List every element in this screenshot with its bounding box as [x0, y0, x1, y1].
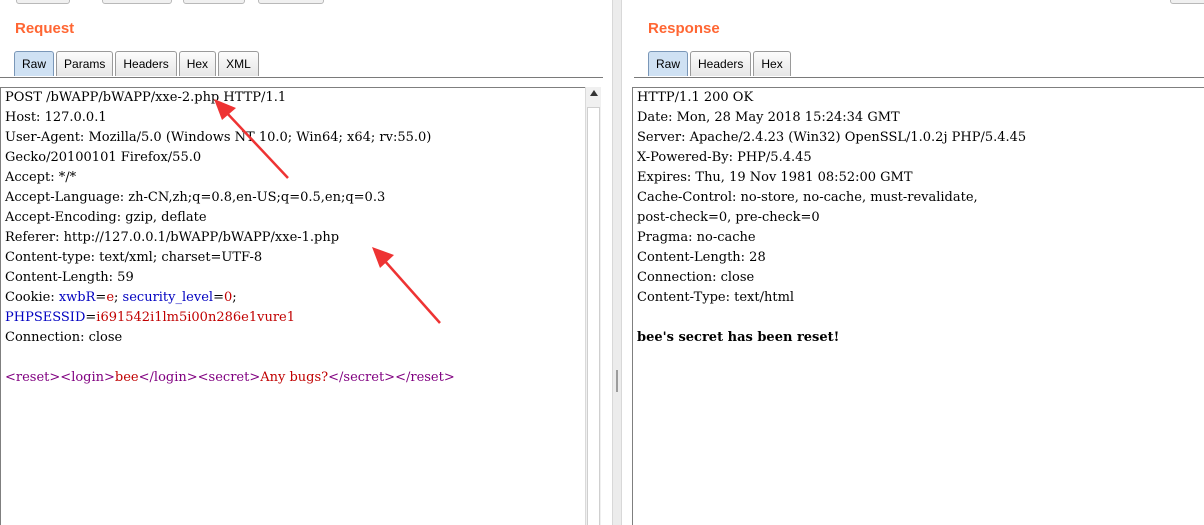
burp-repeater-window: Request Raw Params Headers Hex XML POST …	[0, 0, 1204, 525]
request-header-line: Accept: */*	[5, 170, 77, 185]
response-header-line: X-Powered-By: PHP/5.4.45	[637, 150, 812, 165]
request-header-line: Host: 127.0.0.1	[5, 110, 107, 125]
response-header-line: Pragma: no-cache	[637, 230, 756, 245]
request-header-line: Content-Length: 59	[5, 270, 134, 285]
cookie-name-phpsessid: PHPSESSID	[5, 310, 86, 325]
toolbar-button-1[interactable]	[16, 0, 70, 4]
toolbar-button-2[interactable]	[102, 0, 172, 4]
request-raw-text[interactable]: POST /bWAPP/bWAPP/xxe-2.php HTTP/1.1 Host…	[1, 88, 585, 388]
xml-secret-value: Any bugs?	[260, 370, 329, 385]
response-tab-underline	[634, 77, 1204, 78]
response-status-line: HTTP/1.1 200 OK	[637, 90, 754, 105]
xml-login-value: bee	[114, 370, 139, 385]
splitter-grip-icon[interactable]	[616, 370, 618, 392]
request-tab-xml[interactable]: XML	[218, 51, 259, 76]
cookie-value-xwbr: e	[106, 290, 115, 305]
toolbar-button-3[interactable]	[183, 0, 245, 4]
response-header-line: Connection: close	[637, 270, 755, 285]
scroll-thumb[interactable]	[587, 107, 600, 525]
scroll-up-arrow-icon[interactable]	[590, 90, 598, 96]
request-tab-headers[interactable]: Headers	[115, 51, 177, 76]
request-header-line: Accept-Encoding: gzip, deflate	[5, 210, 207, 225]
request-header-line: User-Agent: Mozilla/5.0 (Windows NT 10.0…	[5, 130, 432, 145]
request-header-line: Accept-Language: zh-CN,zh;q=0.8,en-US;q=…	[5, 190, 386, 205]
response-header-line: Date: Mon, 28 May 2018 15:24:34 GMT	[637, 110, 900, 125]
request-header-line: Connection: close	[5, 330, 123, 345]
response-header-line: Server: Apache/2.4.23 (Win32) OpenSSL/1.…	[637, 130, 1027, 145]
cookie-line-continued: PHPSESSID=i691542i1lm5i00n286e1vure1	[5, 310, 295, 325]
request-tab-params[interactable]: Params	[56, 51, 114, 76]
toolbar-button-5[interactable]	[1170, 0, 1204, 4]
request-header-line: Gecko/20100101 Firefox/55.0	[5, 150, 202, 165]
response-header-line: Cache-Control: no-store, no-cache, must-…	[637, 190, 978, 205]
request-pane-title: Request	[15, 20, 75, 37]
request-header-line: Referer: http://127.0.0.1/bWAPP/bWAPP/xx…	[5, 230, 340, 245]
request-tabs: Raw Params Headers Hex XML	[14, 51, 259, 76]
request-tab-raw[interactable]: Raw	[14, 51, 55, 76]
xml-body-line: <reset><login>bee</login><secret>Any bug…	[5, 370, 455, 385]
response-pane-title: Response	[648, 20, 720, 37]
request-line: POST /bWAPP/bWAPP/xxe-2.php HTTP/1.1	[5, 90, 287, 105]
response-header-line: Expires: Thu, 19 Nov 1981 08:52:00 GMT	[637, 170, 913, 185]
response-header-line: post-check=0, pre-check=0	[637, 210, 820, 225]
response-tab-raw[interactable]: Raw	[648, 51, 689, 76]
response-editor[interactable]: HTTP/1.1 200 OK Date: Mon, 28 May 2018 15…	[632, 87, 1204, 525]
response-tab-headers[interactable]: Headers	[690, 51, 752, 76]
toolbar-button-4[interactable]	[258, 0, 324, 4]
cookie-line: Cookie: xwbR=e; security_level=0;	[5, 290, 237, 305]
response-raw-text[interactable]: HTTP/1.1 200 OK Date: Mon, 28 May 2018 15…	[633, 88, 1204, 348]
response-header-line: Content-Length: 28	[637, 250, 766, 265]
cookie-name-security-level: security_level	[122, 290, 214, 305]
response-body: bee's secret has been reset!	[637, 330, 840, 345]
cookie-name-xwbr: xwbR	[58, 290, 96, 305]
response-tabs: Raw Headers Hex	[648, 51, 791, 76]
request-scrollbar[interactable]	[585, 87, 601, 525]
cookie-value-security-level: 0	[223, 290, 233, 305]
cookie-prefix: Cookie:	[5, 290, 59, 305]
request-editor[interactable]: POST /bWAPP/bWAPP/xxe-2.php HTTP/1.1 Host…	[0, 87, 585, 525]
request-tab-hex[interactable]: Hex	[178, 51, 217, 76]
response-header-line: Content-Type: text/html	[637, 290, 795, 305]
response-tab-hex[interactable]: Hex	[753, 51, 791, 76]
request-header-line: Content-type: text/xml; charset=UTF-8	[5, 250, 263, 265]
request-tab-underline	[0, 77, 603, 78]
cookie-value-phpsessid: i691542i1lm5i00n286e1vure1	[96, 310, 295, 325]
pane-splitter[interactable]	[612, 0, 622, 525]
